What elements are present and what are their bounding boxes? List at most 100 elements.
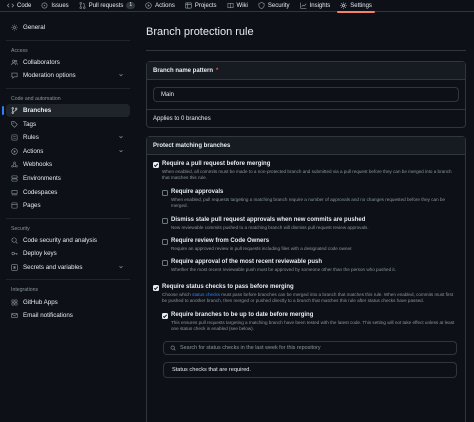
graph-icon [299,2,307,9]
asterisk-icon [11,264,18,271]
sidebar-item-branches[interactable]: Branches [2,103,130,118]
rule-description: New reviewable commits pushed to a match… [171,224,369,230]
rule-status-checks: Require status checks to pass before mer… [147,284,465,305]
server-icon [11,175,18,182]
rule-dismiss-stale: Dismiss stale pull request approvals whe… [156,217,465,231]
branch-icon [11,107,18,114]
key-icon [11,250,18,257]
sidebar-item-label: Codespaces [23,188,58,196]
sidebar-item-code-security[interactable]: Code security and analysis [6,234,130,248]
sidebar-item-label: Actions [23,147,44,155]
gear-icon [340,2,347,9]
sidebar-heading-security: Security [11,225,30,232]
sidebar-item-tags[interactable]: Tags [6,117,130,131]
tab-code-label: Code [17,2,32,9]
search-placeholder: Search for status checks in the last wee… [180,345,321,352]
shield-icon [258,2,265,9]
apps-icon [11,299,18,306]
sidebar-item-label: Moderation options [23,72,76,80]
webhook-icon [11,161,18,168]
chevron-down-icon [119,74,123,77]
tab-pull-requests[interactable]: Pull requests 1 [74,0,140,12]
table-icon [185,2,192,9]
tab-issues[interactable]: Issues [36,0,73,12]
sidebar-item-environments[interactable]: Environments [6,172,130,186]
rule-require-pr: Require a pull request before merging Wh… [147,161,465,182]
required-status-checks: Status checks that are required. [163,362,457,379]
rule-description-text: Choose which [162,291,193,297]
tab-security[interactable]: Security [253,0,295,12]
rule-recent-push: Require approval of the most recent revi… [156,259,465,273]
dismiss-stale-checkbox[interactable] [162,217,168,224]
code-icon [7,2,14,9]
require-approvals-checkbox[interactable] [162,189,168,196]
rule-title: Dismiss stale pull request approvals whe… [171,216,366,223]
people-icon [11,59,18,66]
sidebar-item-label: Tags [23,120,37,128]
rule-title: Require review from Code Owners [171,238,270,245]
status-checks-link[interactable]: status checks [192,292,220,297]
require-pr-checkbox[interactable] [153,162,159,168]
sidebar-item-email-notifications[interactable]: Email notifications [6,309,130,323]
rule-require-approvals: Require approvals When enabled, pull req… [156,189,465,210]
sidebar-item-secrets-variables[interactable]: Secrets and variables [6,261,130,275]
tab-code[interactable]: Code [2,0,36,12]
tab-actions[interactable]: Actions [140,0,180,12]
sidebar-item-pages[interactable]: Pages [6,199,130,213]
sidebar-item-collaborators[interactable]: Collaborators [6,56,130,70]
protect-branches-box: Protect matching branches Require a pull… [146,136,466,422]
tag-icon [11,121,18,128]
mail-icon [11,312,18,319]
rule-description: Require an approved review in pull reque… [171,246,353,252]
title-divider [146,50,466,51]
sidebar-item-label: Environments [23,175,61,183]
tab-issues-label: Issues [51,2,69,9]
sidebar-item-codespaces[interactable]: Codespaces [6,185,130,199]
tab-pull-requests-label: Pull requests [88,2,124,9]
sidebar-item-label: Deploy keys [23,250,57,258]
recent-push-checkbox[interactable] [162,260,168,267]
rule-up-to-date: Require branches to be up to date before… [156,312,465,333]
rule-description: Choose which status checks must pass bef… [162,292,457,305]
branch-pattern-input[interactable]: Main [153,87,459,102]
tab-settings-label: Settings [350,2,372,9]
main-content: Branch protection rule Branch name patte… [146,13,474,422]
tab-security-label: Security [267,2,290,9]
sidebar-item-general[interactable]: General [6,21,130,35]
sidebar-item-label: General [23,24,46,32]
sidebar-item-moderation-options[interactable]: Moderation options [6,69,130,83]
up-to-date-checkbox[interactable] [162,312,168,319]
browser-icon [11,202,18,209]
code-owners-checkbox[interactable] [162,239,168,246]
sidebar-item-rules[interactable]: Rules [6,131,130,145]
sidebar-divider [6,39,130,41]
tab-wiki-label: Wiki [236,2,248,9]
sidebar-item-label: Collaborators [23,58,60,66]
pull-requests-count-badge: 1 [126,2,136,9]
sidebar-item-actions[interactable]: Actions [6,145,130,159]
codescan-icon [11,237,18,244]
sidebar-item-webhooks[interactable]: Webhooks [6,158,130,172]
sidebar-item-label: Code security and analysis [23,236,97,244]
required-indicator: * [216,67,219,74]
play-icon [145,2,152,9]
sidebar-divider [6,279,130,281]
status-checks-checkbox[interactable] [153,284,159,291]
tab-insights[interactable]: Insights [295,0,336,12]
rule-description: When enabled, pull requests targeting a … [171,196,446,209]
rule-description: Whether the most recent reviewable push … [171,267,396,273]
repo-nav: Code Issues Pull requests 1 Actions Proj… [0,0,474,13]
pull-request-icon [79,2,86,9]
sidebar-item-deploy-keys[interactable]: Deploy keys [6,247,130,261]
sidebar-item-label: Email notifications [23,312,73,320]
status-check-search-input[interactable]: Search for status checks in the last wee… [163,341,457,356]
chevron-down-icon [119,149,123,152]
tab-settings[interactable]: Settings [335,0,377,13]
rule-title: Require approvals [171,188,224,195]
rule-description: When enabled, all commits must be made t… [162,169,452,181]
tab-projects[interactable]: Projects [180,0,222,12]
tab-wiki[interactable]: Wiki [222,0,253,12]
sidebar-item-github-apps[interactable]: GitHub Apps [6,295,130,309]
tab-projects-label: Projects [194,2,217,9]
sidebar-divider [6,217,130,219]
